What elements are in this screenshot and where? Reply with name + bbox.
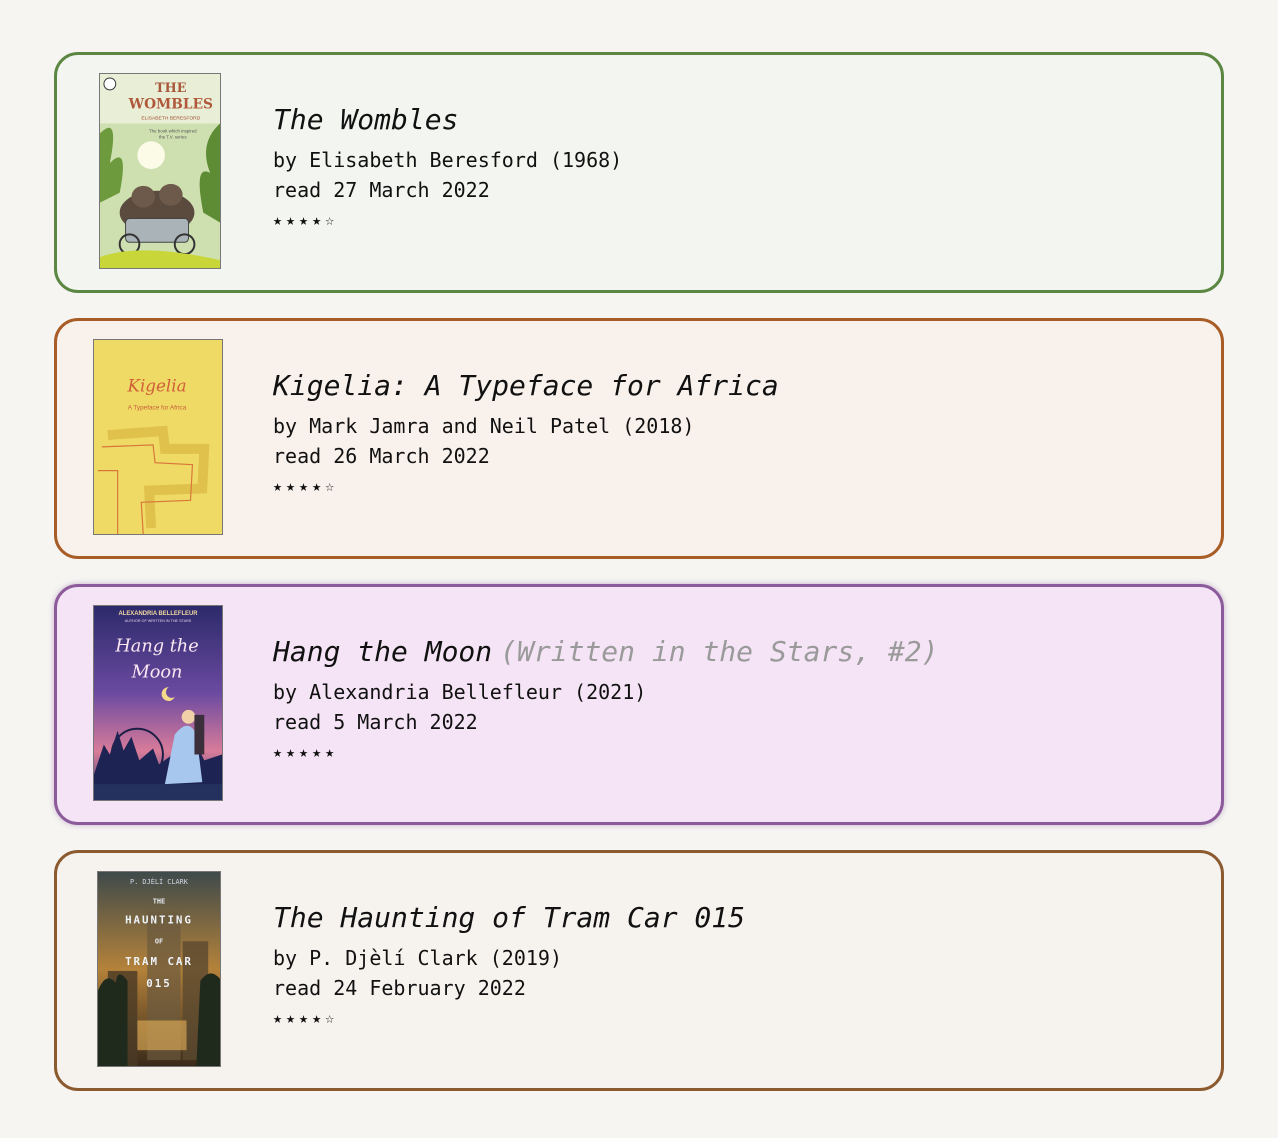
book-card[interactable]: Kigelia A Typeface for Africa Kigelia: A… — [54, 318, 1224, 559]
book-card[interactable]: THE WOMBLES ELISABETH BERESFORD The book… — [54, 52, 1224, 293]
cover-tagline: the T.V. series — [159, 134, 187, 139]
book-byline: by Alexandria Bellefleur (2021) — [273, 680, 647, 704]
book-title[interactable]: Kigelia: A Typeface for Africa — [273, 369, 779, 402]
book-info: Kigelia: A Typeface for Africa by Mark J… — [273, 367, 1201, 501]
cover-subtitle: A Typeface for Africa — [128, 404, 187, 411]
cover-author: ALEXANDRIA BELLEFLEUR — [119, 611, 199, 617]
cover-author-note: AUTHOR OF WRITTEN IN THE STARS — [125, 619, 192, 623]
book-rating-stars: ★★★★☆ — [273, 1009, 339, 1027]
book-info: Hang the Moon (Written in the Stars, #2) … — [273, 633, 1201, 767]
book-info: The Wombles by Elisabeth Beresford (1968… — [273, 101, 1201, 235]
book-card[interactable]: ALEXANDRIA BELLEFLEUR AUTHOR OF WRITTEN … — [54, 584, 1224, 825]
book-title-row[interactable]: The Haunting of Tram Car 015 — [273, 899, 1201, 937]
book-read-date: read 24 February 2022 — [273, 976, 526, 1000]
cover-title-line: THE — [153, 898, 165, 906]
book-title-row[interactable]: The Wombles — [273, 101, 1201, 139]
book-cover-image[interactable]: ALEXANDRIA BELLEFLEUR AUTHOR OF WRITTEN … — [93, 605, 223, 801]
book-card[interactable]: P. DJÈLÍ CLARK THE HAUNTING OF TRAM CAR … — [54, 850, 1224, 1091]
cover-title-line: WOMBLES — [128, 97, 213, 113]
cover-title-line: Hang the — [114, 636, 198, 656]
book-title[interactable]: The Wombles — [273, 103, 458, 136]
cover-title-line: HAUNTING — [125, 913, 193, 926]
book-title[interactable]: Hang the Moon — [273, 635, 492, 668]
cover-title-line: TRAM CAR — [125, 955, 193, 968]
book-title-row[interactable]: Kigelia: A Typeface for Africa — [273, 367, 1201, 405]
book-byline: by P. Djèlí Clark (2019) — [273, 946, 562, 970]
book-cover-image[interactable]: Kigelia A Typeface for Africa — [93, 339, 223, 535]
book-byline: by Mark Jamra and Neil Patel (2018) — [273, 414, 695, 438]
book-cover-image[interactable]: THE WOMBLES ELISABETH BERESFORD The book… — [99, 73, 221, 269]
book-rating-stars: ★★★★★ — [273, 743, 339, 761]
cover-tagline: The book which inspired — [149, 128, 197, 133]
book-title[interactable]: The Haunting of Tram Car 015 — [273, 901, 745, 934]
book-info: The Haunting of Tram Car 015 by P. Djèlí… — [273, 899, 1201, 1033]
cover-title-line: 015 — [146, 977, 171, 990]
book-rating-stars: ★★★★☆ — [273, 477, 339, 495]
book-read-date: read 27 March 2022 — [273, 178, 490, 202]
book-series[interactable]: (Written in the Stars, #2) — [500, 635, 938, 668]
cover-title-line: THE — [155, 81, 187, 96]
book-rating-stars: ★★★★☆ — [273, 211, 339, 229]
cover-author: P. DJÈLÍ CLARK — [130, 877, 189, 886]
cover-title-line: OF — [155, 937, 163, 945]
book-cover-image[interactable]: P. DJÈLÍ CLARK THE HAUNTING OF TRAM CAR … — [97, 871, 221, 1067]
book-byline: by Elisabeth Beresford (1968) — [273, 148, 623, 172]
book-read-date: read 5 March 2022 — [273, 710, 478, 734]
cover-author: ELISABETH BERESFORD — [141, 116, 200, 122]
cover-title-line: Kigelia — [126, 375, 186, 395]
cover-title-line: Moon — [131, 662, 183, 682]
book-read-date: read 26 March 2022 — [273, 444, 490, 468]
book-title-row[interactable]: Hang the Moon (Written in the Stars, #2) — [273, 633, 1201, 671]
book-list: THE WOMBLES ELISABETH BERESFORD The book… — [54, 52, 1224, 1116]
